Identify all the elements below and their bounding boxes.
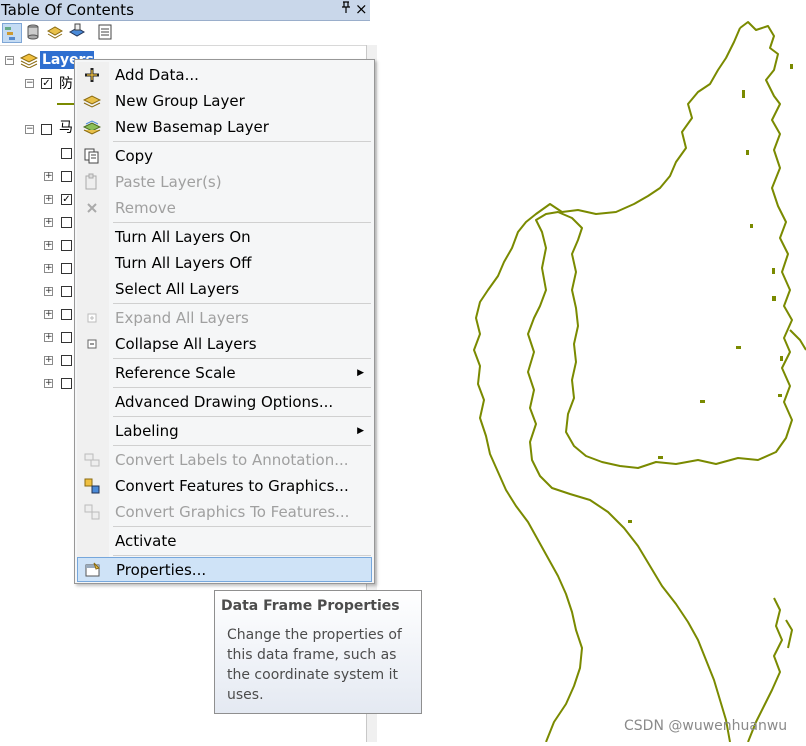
menu-item-convert-labels-to-annotation[interactable]: Convert Labels to Annotation... xyxy=(77,448,372,472)
menu-item-paste-layers[interactable]: Paste Layer(s) xyxy=(77,170,372,194)
menu-separator xyxy=(113,526,371,527)
expand-layer-icon[interactable]: + xyxy=(44,195,53,204)
menu-separator xyxy=(113,445,371,446)
tooltip-title: Data Frame Properties xyxy=(221,598,400,614)
layers-root-icon xyxy=(19,52,39,72)
list-by-source-icon[interactable] xyxy=(24,23,44,43)
layer-checkbox[interactable] xyxy=(61,263,72,274)
expand-layer-icon[interactable]: + xyxy=(44,379,53,388)
expand-layer-icon[interactable]: + xyxy=(44,310,53,319)
remove-icon xyxy=(83,199,101,217)
layer-checkbox[interactable]: ✓ xyxy=(61,194,72,205)
menu-item-convert-graphics-to-features[interactable]: Convert Graphics To Features... xyxy=(77,500,372,524)
copy-icon xyxy=(83,147,101,165)
layer-checkbox[interactable] xyxy=(61,217,72,228)
toc-toolbar xyxy=(0,21,370,46)
menu-separator xyxy=(113,387,371,388)
expand-layer-icon[interactable]: + xyxy=(44,264,53,273)
map-view[interactable]: CSDN @wuwenhuanwu xyxy=(376,0,806,743)
group1-label[interactable]: 防 xyxy=(59,76,73,92)
context-menu: Add Data... New Group Layer New Basemap … xyxy=(74,59,375,584)
expand-layer-icon[interactable]: + xyxy=(44,287,53,296)
layer-checkbox[interactable] xyxy=(61,148,72,159)
map-boundaries xyxy=(473,21,806,743)
expand-layer-icon[interactable]: + xyxy=(44,218,53,227)
group1-checkbox[interactable]: ✓ xyxy=(41,78,52,89)
menu-separator xyxy=(113,303,371,304)
menu-item-reference-scale[interactable]: Reference Scale ▶ xyxy=(77,361,372,385)
menu-item-collapse-all-layers[interactable]: Collapse All Layers xyxy=(77,332,372,356)
expand-icon xyxy=(83,309,101,327)
collapse-root-icon[interactable]: − xyxy=(5,56,14,65)
tooltip-body: Change the properties of this data frame… xyxy=(227,627,402,703)
menu-item-properties[interactable]: Properties... xyxy=(77,557,372,582)
collapse-group2-icon[interactable]: − xyxy=(25,125,34,134)
expand-layer-icon[interactable]: + xyxy=(44,333,53,342)
toc-title: Table Of Contents xyxy=(1,1,134,19)
menu-separator xyxy=(113,416,371,417)
close-icon[interactable]: × xyxy=(355,0,368,18)
collapse-icon xyxy=(83,335,101,353)
menu-item-remove[interactable]: Remove xyxy=(77,196,372,220)
convert-labels-icon xyxy=(83,451,101,469)
expand-layer-icon[interactable]: + xyxy=(44,172,53,181)
group2-checkbox[interactable] xyxy=(41,124,52,135)
watermark: CSDN @wuwenhuanwu xyxy=(624,718,788,734)
layer-checkbox[interactable] xyxy=(61,171,72,182)
menu-item-advanced-drawing-options[interactable]: Advanced Drawing Options... xyxy=(77,390,372,414)
list-by-drawing-order-icon[interactable] xyxy=(2,23,22,43)
menu-item-expand-all-layers[interactable]: Expand All Layers xyxy=(77,306,372,330)
menu-item-copy[interactable]: Copy xyxy=(77,144,372,168)
submenu-arrow-icon: ▶ xyxy=(357,426,364,436)
properties-icon xyxy=(84,561,102,579)
menu-separator xyxy=(113,358,371,359)
group2-label[interactable]: 马 xyxy=(59,120,73,136)
add-data-icon xyxy=(83,66,101,84)
tooltip: Data Frame Properties Change the propert… xyxy=(214,590,422,714)
menu-item-turn-all-layers-on[interactable]: Turn All Layers On xyxy=(77,225,372,249)
layer-checkbox[interactable] xyxy=(61,286,72,297)
paste-icon xyxy=(83,173,101,191)
group1-symbol xyxy=(57,103,75,105)
toc-title-bar: Table Of Contents × xyxy=(0,0,370,21)
list-by-selection-icon[interactable] xyxy=(68,23,88,43)
menu-item-new-group-layer[interactable]: New Group Layer xyxy=(77,89,372,113)
menu-item-turn-all-layers-off[interactable]: Turn All Layers Off xyxy=(77,251,372,275)
menu-item-new-basemap-layer[interactable]: New Basemap Layer xyxy=(77,115,372,139)
group-layer-icon xyxy=(82,92,102,110)
submenu-arrow-icon: ▶ xyxy=(357,368,364,378)
layer-checkbox[interactable] xyxy=(61,240,72,251)
basemap-layer-icon xyxy=(82,118,102,136)
menu-separator xyxy=(113,141,371,142)
menu-separator xyxy=(113,555,371,556)
expand-layer-icon[interactable]: + xyxy=(44,241,53,250)
menu-item-select-all-layers[interactable]: Select All Layers xyxy=(77,277,372,301)
convert-features-icon xyxy=(83,477,101,495)
convert-graphics-icon xyxy=(83,503,101,521)
layer-checkbox[interactable] xyxy=(61,355,72,366)
collapse-group1-icon[interactable]: − xyxy=(25,79,34,88)
expand-layer-icon[interactable]: + xyxy=(44,356,53,365)
menu-item-convert-features-to-graphics[interactable]: Convert Features to Graphics... xyxy=(77,474,372,498)
pin-icon[interactable] xyxy=(341,1,351,17)
layer-checkbox[interactable] xyxy=(61,309,72,320)
list-by-visibility-icon[interactable] xyxy=(46,23,66,43)
menu-separator xyxy=(113,222,371,223)
layer-checkbox[interactable] xyxy=(61,332,72,343)
menu-item-activate[interactable]: Activate xyxy=(77,529,372,553)
layer-checkbox[interactable] xyxy=(61,378,72,389)
menu-item-labeling[interactable]: Labeling ▶ xyxy=(77,419,372,443)
options-icon[interactable] xyxy=(96,23,116,43)
menu-item-add-data[interactable]: Add Data... xyxy=(77,63,372,87)
